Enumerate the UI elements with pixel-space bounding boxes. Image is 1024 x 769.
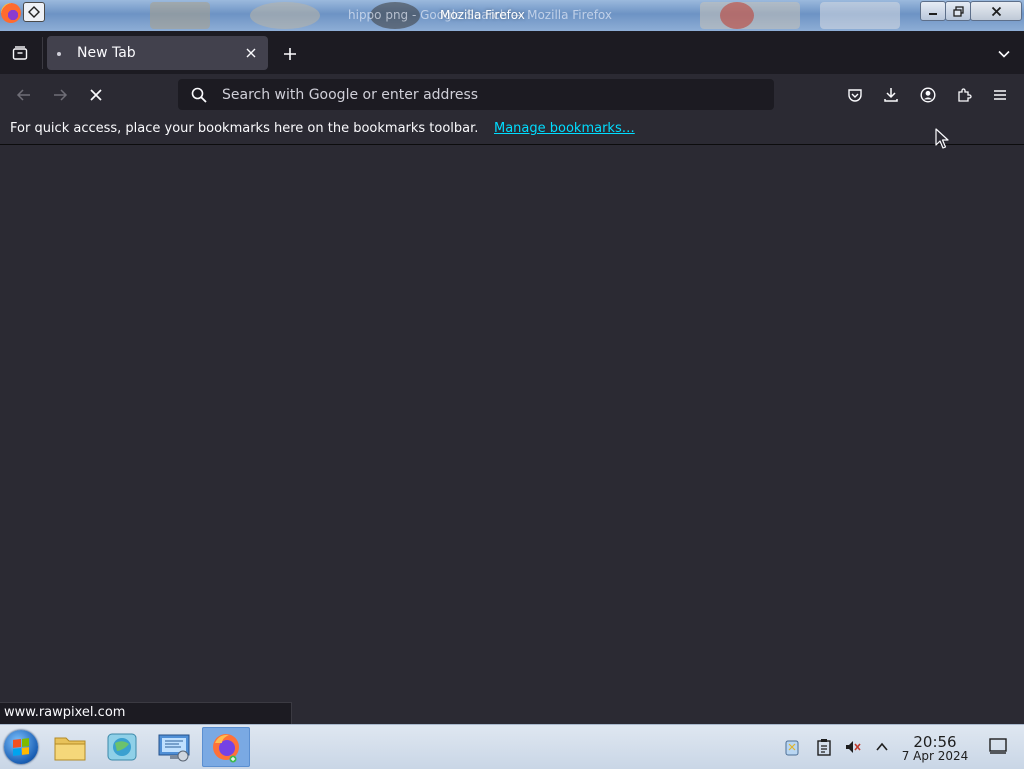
firefox-icon[interactable] — [1, 3, 21, 23]
tab-list-icon — [12, 46, 28, 60]
clock-date[interactable]: 7 Apr 2024 — [900, 749, 970, 763]
taskbar-system-settings[interactable] — [151, 727, 197, 767]
plus-icon — [284, 48, 296, 60]
volume-muted-icon[interactable] — [843, 737, 863, 757]
titlebar-decoration — [250, 2, 320, 29]
tab-separator — [42, 37, 43, 69]
taskbar-firefox[interactable] — [202, 727, 250, 767]
account-button[interactable] — [917, 84, 939, 106]
back-button[interactable] — [13, 84, 35, 106]
keep-above-icon[interactable] — [23, 2, 45, 22]
pocket-button[interactable] — [844, 84, 866, 106]
taskbar: 20:56 7 Apr 2024 — [0, 724, 1024, 769]
list-all-tabs-button[interactable] — [9, 42, 31, 64]
window-title: Mozilla Firefox — [440, 8, 525, 22]
back-arrow-icon — [16, 89, 30, 101]
klipper-clipboard-icon[interactable] — [814, 737, 834, 757]
minimize-icon — [929, 13, 937, 15]
forward-button[interactable] — [49, 84, 71, 106]
chevron-down-icon — [998, 50, 1010, 58]
minimize-button[interactable] — [920, 1, 946, 21]
tab-loading-indicator — [57, 52, 61, 56]
search-icon — [191, 87, 207, 103]
close-tab-button[interactable] — [243, 45, 259, 61]
tab-strip: New Tab — [0, 31, 1024, 74]
window-titlebar[interactable]: hippo png - Google Search — Mozilla Fire… — [0, 0, 1024, 31]
taskbar-browser[interactable] — [99, 727, 145, 767]
extensions-button[interactable] — [953, 84, 975, 106]
start-menu-button[interactable] — [4, 730, 38, 764]
taskbar-file-manager[interactable] — [47, 727, 93, 767]
show-hidden-tray-icon[interactable] — [872, 737, 892, 757]
firefox-icon — [213, 734, 239, 763]
stop-button[interactable] — [85, 84, 107, 106]
navigation-toolbar — [0, 74, 1024, 115]
close-icon — [246, 48, 256, 58]
manage-bookmarks-link[interactable]: Manage bookmarks… — [494, 121, 635, 136]
app-menu-button[interactable] — [989, 84, 1011, 106]
monitor-settings-icon — [158, 734, 190, 762]
new-tab-button[interactable] — [280, 44, 300, 64]
tab-title: New Tab — [77, 45, 136, 61]
restore-icon — [952, 5, 964, 17]
tab-overflow-button[interactable] — [994, 44, 1014, 64]
globe-icon — [107, 733, 137, 761]
titlebar-decoration — [720, 2, 754, 29]
show-desktop-icon[interactable] — [989, 738, 1007, 754]
folder-icon — [54, 737, 86, 761]
bookmarks-toolbar: For quick access, place your bookmarks h… — [0, 115, 1024, 145]
clipboard-manager-icon[interactable] — [782, 737, 802, 757]
close-icon — [991, 6, 1001, 16]
url-input[interactable] — [222, 83, 762, 106]
titlebar-decoration — [150, 2, 210, 29]
hamburger-menu-icon — [994, 90, 1006, 100]
forward-arrow-icon — [54, 89, 68, 101]
downloads-button[interactable] — [880, 84, 902, 106]
bookmarks-toolbar-hint: For quick access, place your bookmarks h… — [10, 121, 479, 136]
url-bar[interactable] — [178, 79, 774, 110]
page-content[interactable] — [0, 145, 1024, 724]
tab-new-tab[interactable]: New Tab — [47, 36, 268, 70]
status-panel: www.rawpixel.com — [0, 702, 292, 724]
titlebar-decoration — [820, 2, 900, 29]
account-icon — [920, 87, 936, 103]
puzzle-icon — [958, 88, 972, 102]
mouse-cursor-icon — [935, 128, 949, 149]
close-window-button[interactable] — [970, 1, 1022, 21]
download-icon — [884, 88, 898, 102]
windows-logo-icon — [13, 738, 29, 756]
maximize-button[interactable] — [945, 1, 971, 21]
stop-icon — [90, 89, 102, 101]
pocket-icon — [848, 89, 862, 102]
